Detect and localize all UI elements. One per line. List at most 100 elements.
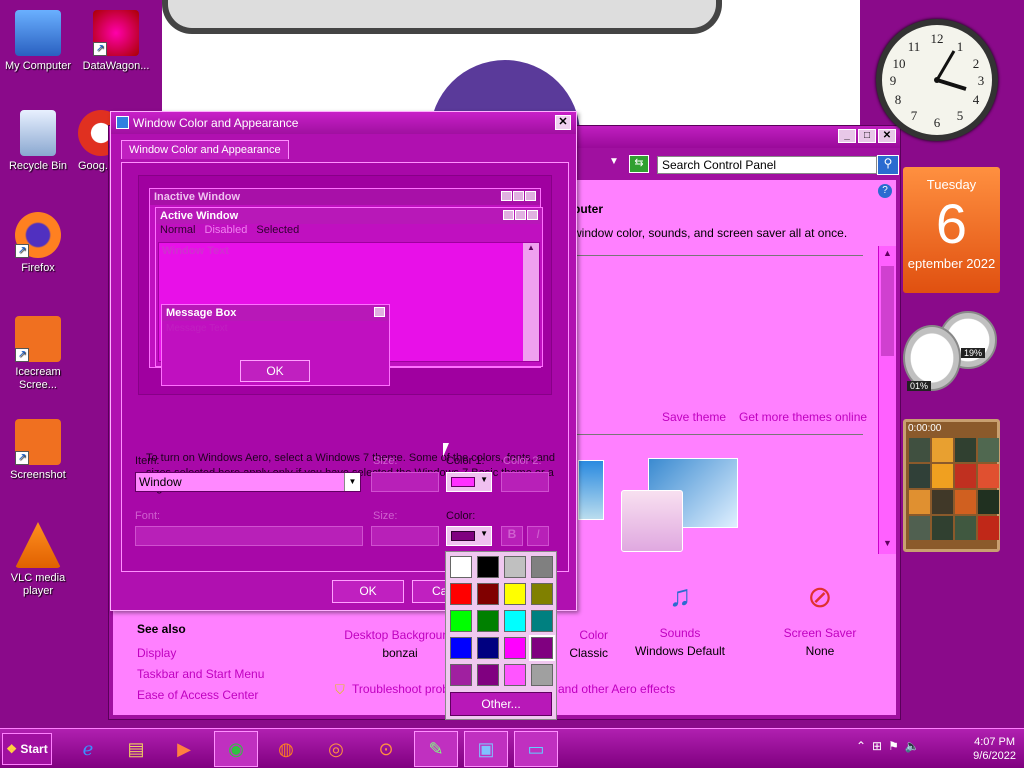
minimize-button[interactable]: _ <box>838 129 856 143</box>
color-swatch[interactable] <box>531 664 553 686</box>
svg-text:5: 5 <box>957 108 964 123</box>
color-swatch[interactable] <box>504 583 526 605</box>
color-swatch[interactable] <box>531 610 553 632</box>
svg-text:6: 6 <box>934 115 941 130</box>
desktop-icon-recycle-bin[interactable]: Recycle Bin <box>0 110 76 173</box>
scroll-down-icon[interactable]: ▼ <box>881 538 894 552</box>
font-color-picker[interactable]: ▼ <box>446 526 492 546</box>
color-swatch[interactable] <box>450 583 472 605</box>
desktop-icon-datawagon[interactable]: ↗ DataWagon... <box>78 10 154 73</box>
color1-swatch <box>451 477 475 487</box>
scroll-thumb[interactable] <box>881 266 894 356</box>
color-swatch[interactable] <box>504 610 526 632</box>
color-swatch[interactable] <box>504 664 526 686</box>
desktop-icon-screenshot[interactable]: ↗ Screenshot <box>0 419 76 482</box>
preview-ok-button[interactable]: OK <box>240 360 310 382</box>
color-swatch[interactable] <box>477 610 499 632</box>
cpu-meter-gadget[interactable]: 01% 19% <box>903 311 998 406</box>
font-size-select[interactable] <box>371 526 439 546</box>
help-icon[interactable]: ? <box>878 184 892 198</box>
firefox-icon: ↗ <box>15 212 61 258</box>
search-input[interactable]: Search Control Panel <box>657 156 877 174</box>
refresh-icon[interactable]: ⇆ <box>629 155 649 173</box>
other-color-button[interactable]: Other... <box>450 692 552 716</box>
color2-picker[interactable] <box>501 472 549 492</box>
desktop-icon-vlc[interactable]: VLC media player <box>0 522 76 598</box>
taskbar-ie-icon[interactable]: ℯ <box>66 731 110 767</box>
taskbar-explorer-icon[interactable]: ▤ <box>114 731 158 767</box>
desktop-icon-my-computer[interactable]: My Computer <box>0 10 76 73</box>
datawagon-icon: ↗ <box>93 10 139 56</box>
start-button[interactable]: ❖ Start <box>2 733 52 765</box>
color-swatch[interactable] <box>477 583 499 605</box>
scroll-up-icon[interactable]: ▲ <box>523 243 539 252</box>
taskbar-display-icon[interactable]: ▭ <box>514 731 558 767</box>
item-select[interactable]: Window ▼ <box>135 472 361 492</box>
theme-thumbnail-selected[interactable] <box>621 490 683 552</box>
color-swatch[interactable] <box>531 583 553 605</box>
divider <box>573 255 863 256</box>
scroll-up-icon[interactable]: ▲ <box>881 248 894 262</box>
see-also-heading: See also <box>137 622 186 636</box>
color-swatch[interactable] <box>450 664 472 686</box>
color-swatch[interactable] <box>450 637 472 659</box>
bold-toggle[interactable]: B <box>501 526 523 546</box>
display-link[interactable]: Display <box>137 646 176 660</box>
color-swatch[interactable] <box>504 637 526 659</box>
taskbar-chrome-icon[interactable]: ◉ <box>214 731 258 767</box>
screen-saver-item[interactable]: ⊘ Screen Saver None <box>755 580 885 658</box>
clock-gadget[interactable]: 12 1 2 3 45 6 7 8 9 10 11 <box>876 19 998 141</box>
color-swatch[interactable] <box>531 556 553 578</box>
taskbar-firefox-icon[interactable]: ◍ <box>264 731 308 767</box>
color-swatch[interactable] <box>477 637 499 659</box>
color-palette-popup[interactable]: Other... <box>445 551 557 720</box>
picture-puzzle-gadget[interactable]: 0:00:00 <box>903 419 1000 552</box>
taskbar-notepad-icon[interactable]: ✎ <box>414 731 458 767</box>
memory-percent: 19% <box>961 348 985 358</box>
cancel-button[interactable]: Ca <box>412 580 447 603</box>
taskbar-start-menu-link[interactable]: Taskbar and Start Menu <box>137 667 264 681</box>
get-more-themes-link[interactable]: Get more themes online <box>739 410 867 424</box>
font-select[interactable] <box>135 526 363 546</box>
color-swatch[interactable] <box>529 635 555 661</box>
taskbar-screenshot-icon[interactable]: ⊙ <box>364 731 408 767</box>
puzzle-grid[interactable] <box>906 435 999 543</box>
color1-picker[interactable]: ▼ <box>446 472 492 492</box>
troubleshoot-link[interactable]: Troubleshoot proble <box>352 682 458 696</box>
themes-scrollbar[interactable]: ▲ ▼ <box>878 246 896 554</box>
color-swatch[interactable] <box>450 556 472 578</box>
color-swatch[interactable] <box>477 664 499 686</box>
system-tray-icons[interactable]: ⌃⊞⚑🔈 <box>856 739 926 753</box>
preview-message-box[interactable]: Message Box Message Text OK <box>161 304 390 386</box>
desktop-icon-firefox[interactable]: ↗ Firefox <box>0 212 76 275</box>
clock-area[interactable]: 4:07 PM 9/6/2022 <box>973 735 1016 763</box>
italic-toggle[interactable]: I <box>527 526 549 546</box>
taskbar-control-panel-icon[interactable]: ▣ <box>464 731 508 767</box>
chevron-down-icon: ▼ <box>480 529 488 538</box>
taskbar-media-player-icon[interactable]: ▶ <box>162 731 206 767</box>
appearance-preview[interactable]: Inactive Window Active Window Normal Dis… <box>138 175 552 395</box>
recycle-bin-icon <box>20 110 56 156</box>
item-size-spinner[interactable] <box>371 472 439 492</box>
sounds-item[interactable]: ♫ Sounds Windows Default <box>615 580 745 658</box>
save-theme-link[interactable]: Save theme <box>662 410 726 424</box>
dialog-close-button[interactable]: ✕ <box>555 115 571 130</box>
color-swatch[interactable] <box>504 556 526 578</box>
maximize-button[interactable]: □ <box>858 129 876 143</box>
ok-button[interactable]: OK <box>332 580 404 603</box>
font-color-swatch <box>451 531 475 541</box>
aero-effects-link[interactable]: and other Aero effects <box>558 682 675 696</box>
calendar-gadget[interactable]: Tuesday 6 eptember 2022 <box>903 167 1000 293</box>
desktop-icon-icecream[interactable]: ↗ Icecream Scree... <box>0 316 76 392</box>
taskbar: ❖ Start ℯ ▤ ▶ ◉ ◍ ◎ ⊙ ✎ ▣ ▭ ⌃⊞⚑🔈 4:07 PM… <box>0 728 1024 768</box>
search-icon[interactable]: ⚲ <box>877 155 899 175</box>
theme-thumbnail[interactable] <box>578 460 604 520</box>
taskbar-icecream-icon[interactable]: ◎ <box>314 731 358 767</box>
clock-face-icon: 12 12 3 45 6 7 8 9 1011 <box>890 31 985 130</box>
dropdown-arrow-icon[interactable]: ▼ <box>609 156 619 167</box>
color-swatch[interactable] <box>477 556 499 578</box>
desktop-icon-google[interactable]: Goog... <box>78 110 112 173</box>
ease-of-access-link[interactable]: Ease of Access Center <box>137 688 258 702</box>
color-swatch[interactable] <box>450 610 472 632</box>
tab-window-color[interactable]: Window Color and Appearance <box>121 140 289 159</box>
